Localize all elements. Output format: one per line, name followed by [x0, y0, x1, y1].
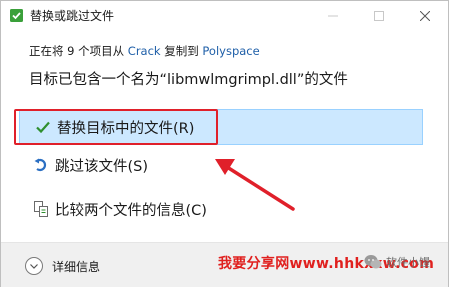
replace-or-skip-dialog: 替换或跳过文件 正在将 9 个项目从 Crack 复制到 Polyspace 目…	[0, 0, 449, 287]
chevron-down-icon	[25, 257, 43, 275]
more-details-button[interactable]: 详细信息	[25, 256, 100, 276]
wechat-badge: 软件小馒	[364, 254, 430, 270]
more-details-label: 详细信息	[52, 259, 101, 274]
wechat-account-name: 软件小馒	[386, 256, 430, 269]
dialog-footer: 详细信息 我要分享网www.hhkxxw.com 软件小馒	[1, 242, 448, 287]
wechat-icon	[364, 255, 382, 269]
